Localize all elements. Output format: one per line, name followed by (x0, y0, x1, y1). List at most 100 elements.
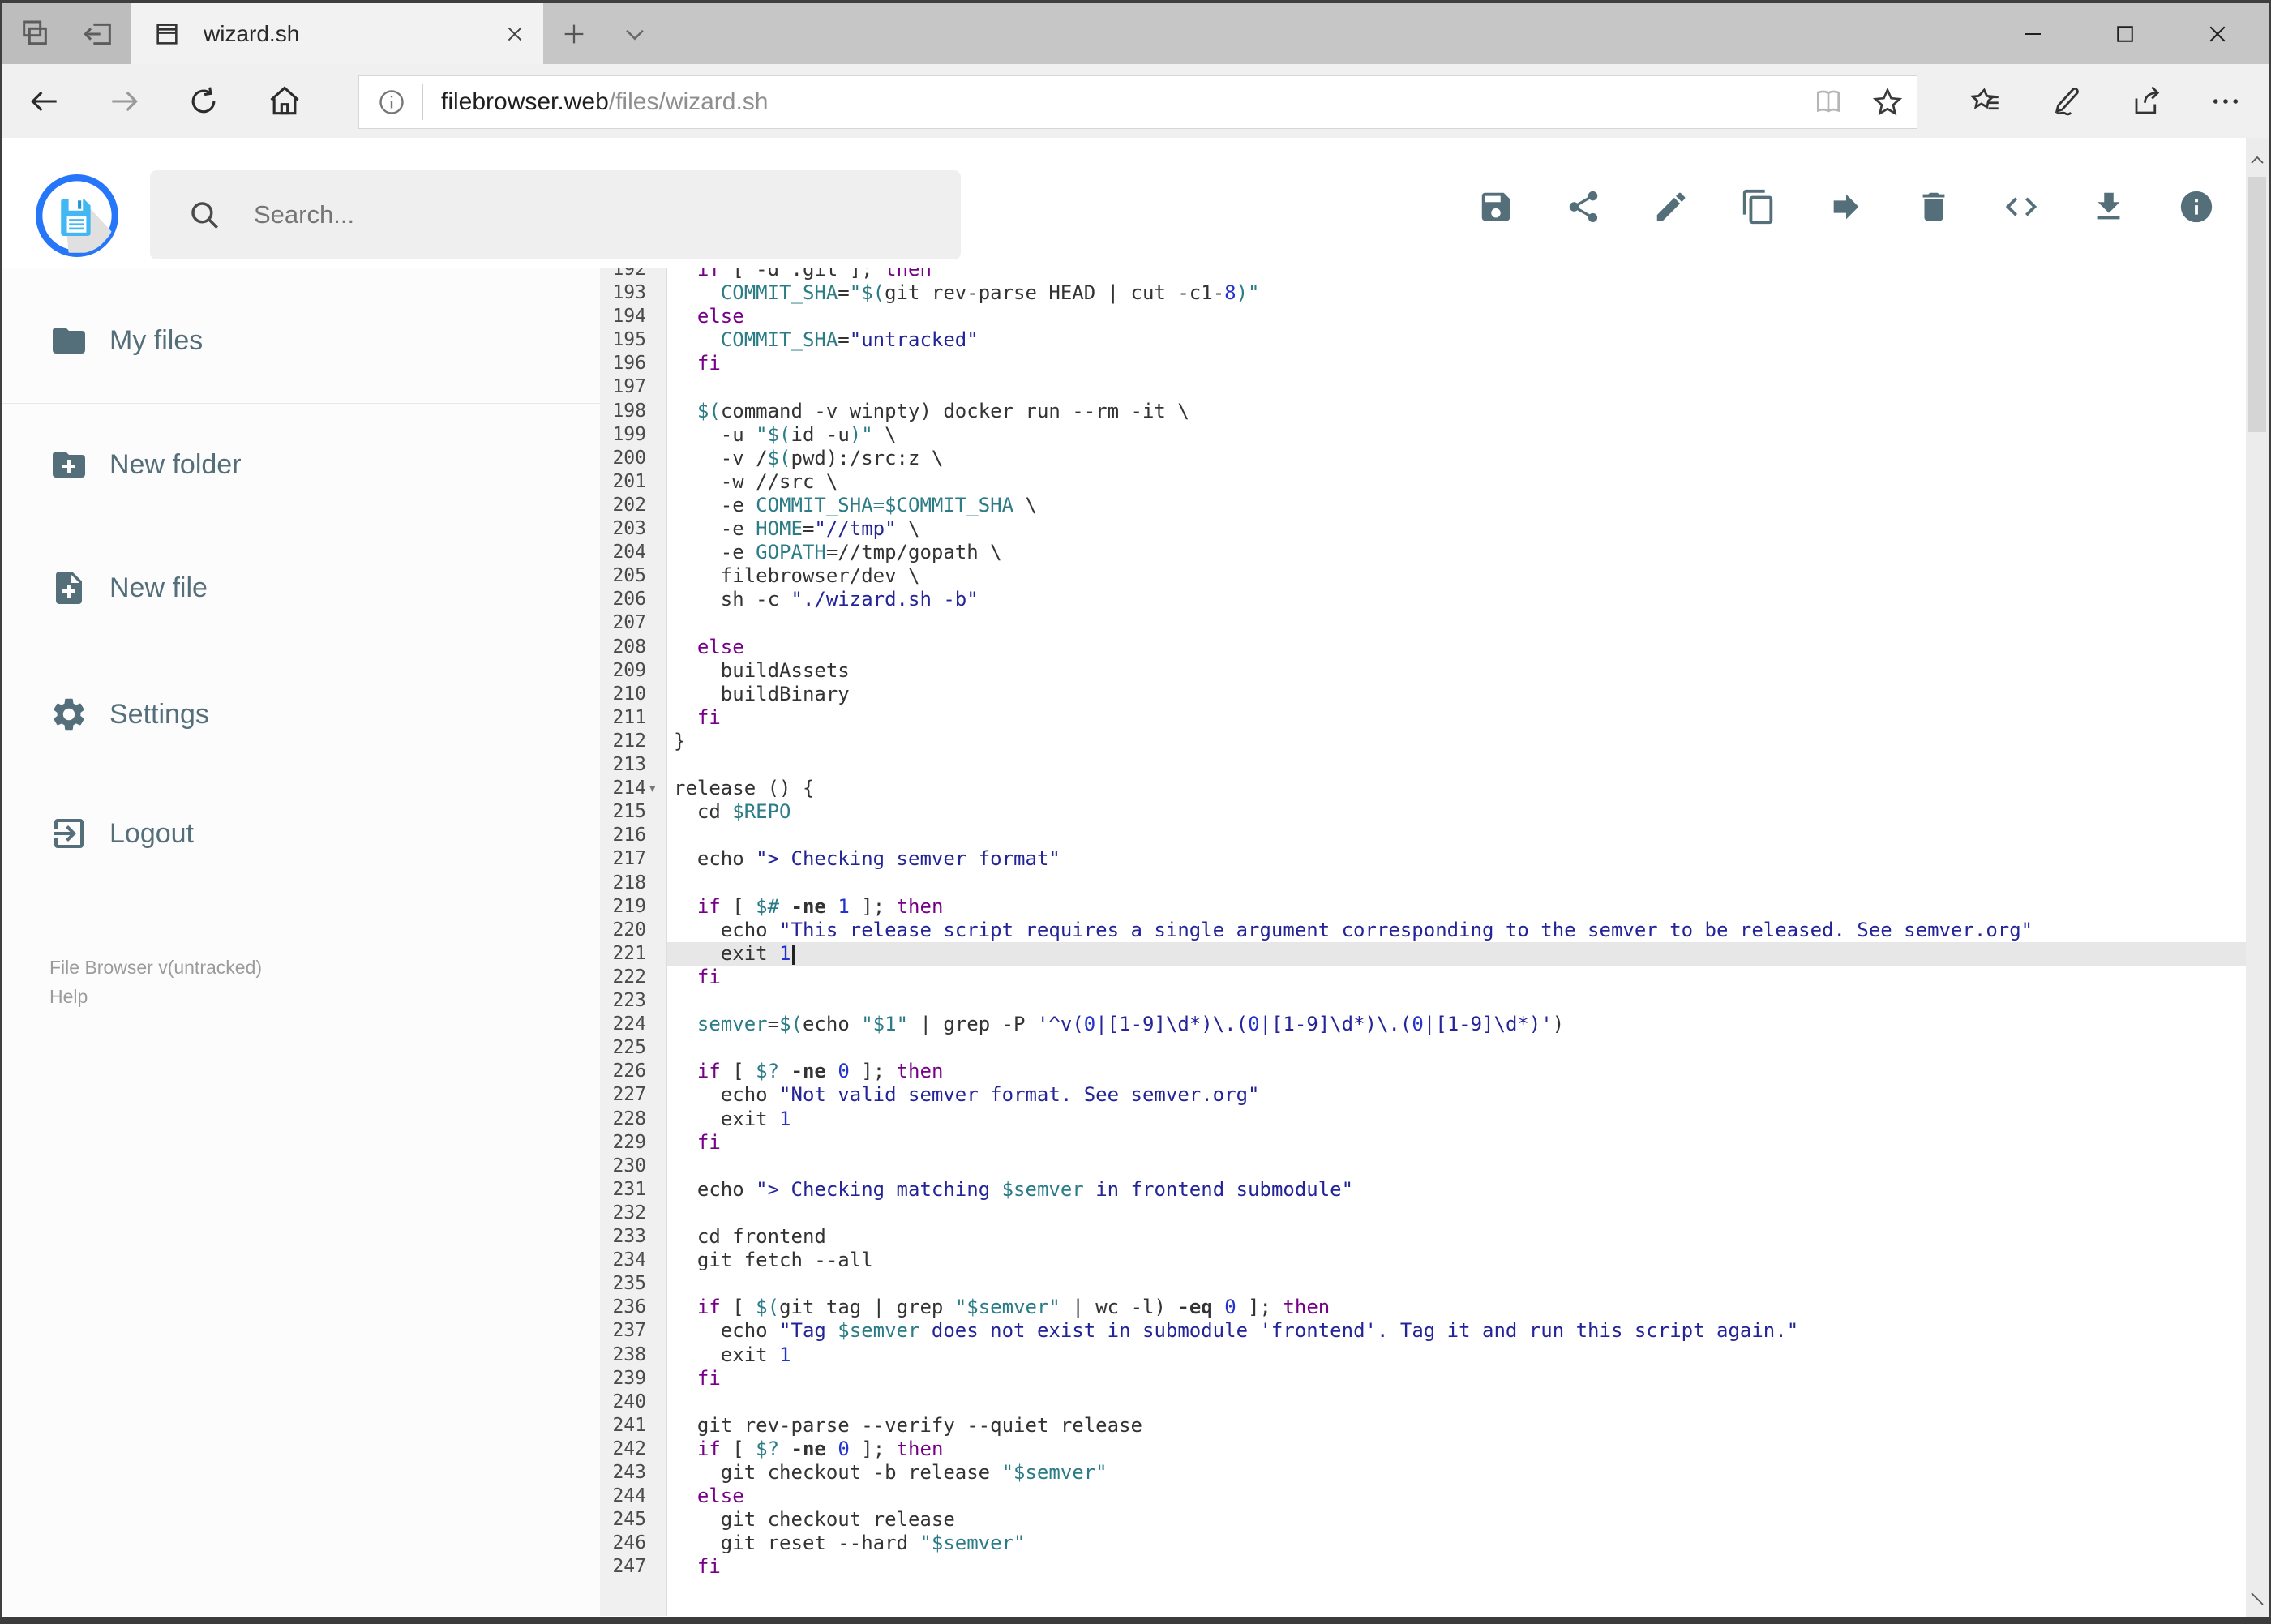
filebrowser-logo-icon[interactable] (35, 174, 119, 258)
minimize-button[interactable] (1986, 3, 2079, 64)
code-line[interactable]: exit 1 (667, 1343, 2246, 1367)
copy-button[interactable] (1715, 166, 1802, 247)
scrollbar-thumb[interactable] (2248, 177, 2266, 432)
back-icon[interactable] (25, 82, 64, 121)
url-text[interactable]: filebrowser.web/files/wizard.sh (441, 88, 1813, 116)
code-line[interactable]: -e HOME="//tmp" \ (667, 517, 2246, 541)
sidebar-item-new-folder[interactable]: New folder (2, 432, 600, 497)
code-line[interactable] (667, 1155, 2246, 1178)
info-button[interactable] (2153, 166, 2240, 247)
code-line[interactable]: COMMIT_SHA="untracked" (667, 328, 2246, 352)
code-line[interactable]: fi (667, 706, 2246, 730)
code-line[interactable]: fi (667, 1367, 2246, 1390)
share-page-icon[interactable] (2127, 82, 2169, 121)
code-line[interactable]: -e COMMIT_SHA=$COMMIT_SHA \ (667, 494, 2246, 517)
code-line[interactable] (667, 989, 2246, 1013)
code-line[interactable]: echo "> Checking semver format" (667, 847, 2246, 871)
code-line[interactable]: git reset --hard "$semver" (667, 1532, 2246, 1555)
code-line[interactable]: cd frontend (667, 1225, 2246, 1249)
fold-marker-icon[interactable]: ▾ (649, 777, 664, 800)
code-line[interactable]: git fetch --all (667, 1249, 2246, 1272)
new-tab-button[interactable] (558, 18, 590, 50)
delete-button[interactable] (1890, 166, 1977, 247)
code-line[interactable]: if [ $? -ne 0 ]; then (667, 1060, 2246, 1083)
code-line[interactable]: if [ $? -ne 0 ]; then (667, 1438, 2246, 1461)
code-line[interactable]: sh -c "./wizard.sh -b" (667, 588, 2246, 611)
code-line[interactable]: if [ $# -ne 1 ]; then (667, 895, 2246, 919)
code-line[interactable]: exit 1 (667, 1108, 2246, 1131)
code-line[interactable]: else (667, 1485, 2246, 1508)
code-line[interactable]: -w //src \ (667, 470, 2246, 494)
code-line[interactable]: git checkout -b release "$semver" (667, 1461, 2246, 1485)
code-line[interactable]: -v /$(pwd):/src:z \ (667, 447, 2246, 470)
url-bar[interactable]: filebrowser.web/files/wizard.sh (358, 75, 1917, 129)
add-favorite-star-icon[interactable] (1871, 86, 1904, 118)
sidebar-item-new-file[interactable]: New file (2, 555, 600, 620)
code-line[interactable]: buildBinary (667, 683, 2246, 706)
share-button[interactable] (1540, 166, 1627, 247)
code-line[interactable] (667, 872, 2246, 895)
code-line[interactable]: semver=$(echo "$1" | grep -P '^v(0|[1-9]… (667, 1013, 2246, 1036)
save-button[interactable] (1452, 166, 1540, 247)
edit-button[interactable] (1627, 166, 1715, 247)
download-button[interactable] (2065, 166, 2153, 247)
set-tabs-aside-icon[interactable] (83, 18, 115, 50)
tab-wizard-sh[interactable]: wizard.sh (131, 3, 543, 64)
code-line[interactable]: filebrowser/dev \ (667, 564, 2246, 588)
code-line[interactable] (667, 1272, 2246, 1296)
sidebar-help-link[interactable]: Help (49, 986, 88, 1008)
code-line[interactable]: git checkout release (667, 1508, 2246, 1532)
code-line[interactable]: fi (667, 1131, 2246, 1155)
scroll-up-icon[interactable] (2246, 144, 2269, 177)
code-line[interactable]: if [ $(git tag | grep "$semver" | wc -l)… (667, 1296, 2246, 1319)
sidebar-item-my-files[interactable]: My files (2, 308, 600, 373)
code-line[interactable]: release () { (667, 777, 2246, 800)
home-icon[interactable] (265, 82, 304, 121)
code-editor[interactable]: 192 if [ -d .git ]; then 193 COMMIT_SHA="… (600, 268, 2246, 1616)
code-line[interactable]: fi (667, 352, 2246, 375)
code-line[interactable]: echo "Not valid semver format. See semve… (667, 1083, 2246, 1107)
forward-icon[interactable] (105, 82, 144, 121)
code-line[interactable] (667, 611, 2246, 635)
code-line[interactable]: fi (667, 966, 2246, 989)
code-line[interactable] (667, 1390, 2246, 1414)
code-line[interactable]: } (667, 730, 2246, 753)
code-line[interactable]: $(command -v winpty) docker run --rm -it… (667, 400, 2246, 423)
page-scrollbar[interactable] (2246, 138, 2269, 1617)
code-line[interactable]: cd $REPO (667, 800, 2246, 824)
code-line[interactable]: echo "> Checking matching $semver in fro… (667, 1178, 2246, 1202)
move-button[interactable] (1802, 166, 1890, 247)
tab-close-icon[interactable] (504, 24, 525, 45)
code-line[interactable]: if [ -d .git ]; then (667, 268, 2246, 281)
reading-view-icon[interactable] (1813, 87, 1844, 118)
code-line[interactable] (667, 753, 2246, 777)
code-button[interactable] (1977, 166, 2065, 247)
close-window-button[interactable] (2171, 3, 2264, 64)
code-line[interactable]: -e GOPATH=//tmp/gopath \ (667, 541, 2246, 564)
code-line[interactable]: else (667, 305, 2246, 328)
code-line[interactable]: COMMIT_SHA="$(git rev-parse HEAD | cut -… (667, 281, 2246, 305)
code-line[interactable]: fi (667, 1555, 2246, 1579)
code-line[interactable]: -u "$(id -u)" \ (667, 423, 2246, 447)
code-line[interactable] (667, 1036, 2246, 1060)
code-line[interactable] (667, 1202, 2246, 1225)
sidebar-item-settings[interactable]: Settings (2, 682, 600, 747)
scroll-down-icon[interactable] (2246, 1579, 2269, 1612)
code-line[interactable] (667, 824, 2246, 847)
code-line[interactable]: buildAssets (667, 659, 2246, 683)
code-line[interactable]: exit 1 (667, 941, 2246, 966)
code-line[interactable] (667, 375, 2246, 399)
sidebar-item-logout[interactable]: Logout (2, 801, 600, 866)
settings-ellipsis-icon[interactable] (2205, 82, 2247, 121)
tab-preview-icon[interactable] (19, 18, 51, 50)
code-line[interactable]: git rev-parse --verify --quiet release (667, 1414, 2246, 1438)
code-line[interactable]: echo "This release script requires a sin… (667, 919, 2246, 942)
maximize-button[interactable] (2079, 3, 2171, 64)
refresh-icon[interactable] (184, 82, 223, 121)
web-note-pen-icon[interactable] (2046, 82, 2088, 121)
code-line[interactable]: echo "Tag $semver does not exist in subm… (667, 1319, 2246, 1343)
code-line[interactable]: else (667, 636, 2246, 659)
hub-favorites-icon[interactable] (1965, 82, 2007, 121)
search-input[interactable]: Search... (150, 170, 961, 259)
site-info-icon[interactable] (377, 88, 406, 117)
